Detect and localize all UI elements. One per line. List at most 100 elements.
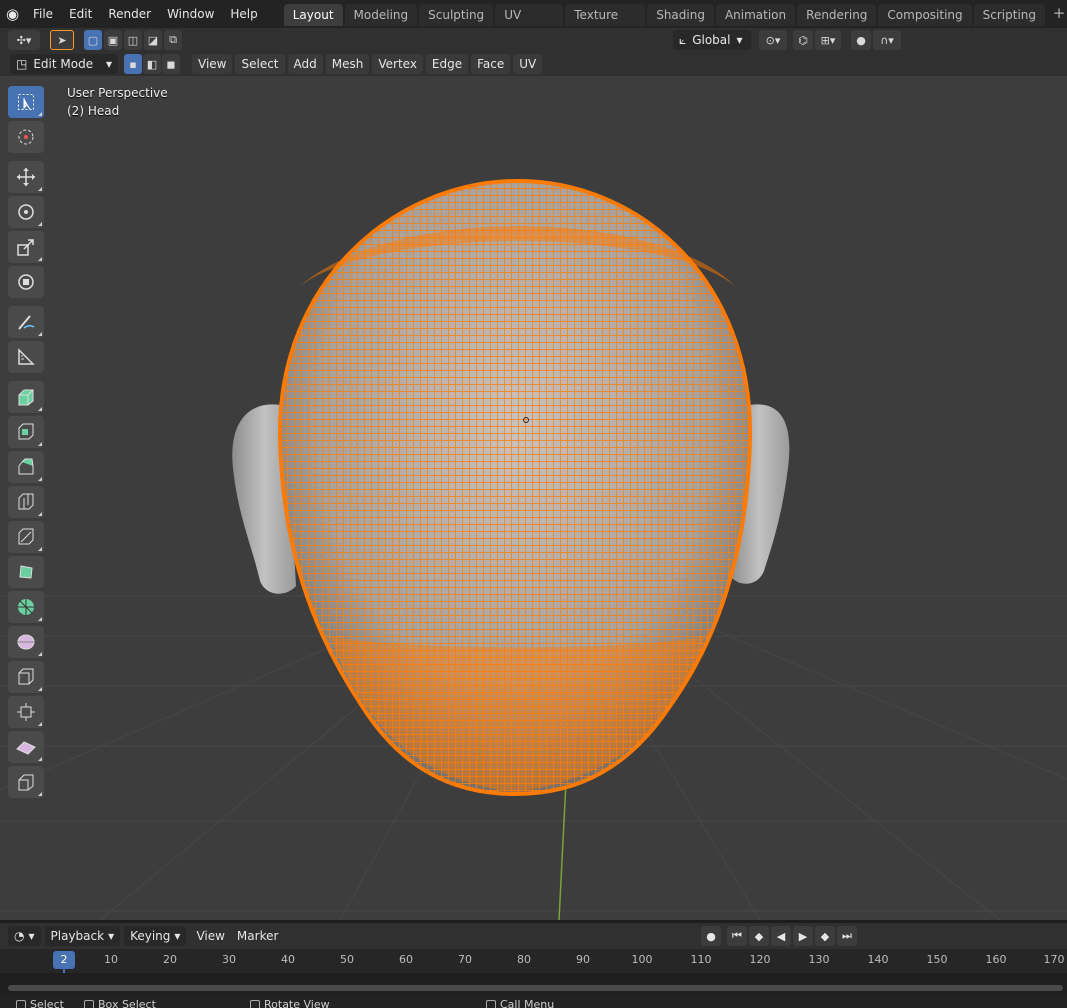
tab-compositing[interactable]: Compositing [878, 4, 972, 26]
frame-tick: 170 [1043, 953, 1065, 966]
mode-dropdown[interactable]: ◳ Edit Mode ▾ [10, 54, 118, 74]
frame-tick: 70 [458, 953, 472, 966]
move-tool-icon[interactable] [8, 161, 44, 193]
knife-icon[interactable] [8, 521, 44, 553]
rip-region-icon[interactable] [8, 766, 44, 798]
current-frame-indicator[interactable]: 2 [53, 951, 75, 969]
tab-layout[interactable]: Layout [283, 4, 343, 26]
frame-tick: 160 [985, 953, 1007, 966]
next-keyframe-icon[interactable]: ◆ [815, 926, 835, 946]
shrink-fatten-icon[interactable] [8, 696, 44, 728]
frame-tick: 110 [690, 953, 712, 966]
annotate-tool-icon[interactable] [8, 306, 44, 338]
menu-help[interactable]: Help [222, 3, 265, 25]
frame-ruler[interactable]: 2 10 20 30 40 50 60 70 80 90 100 110 120… [0, 949, 1067, 991]
chevron-down-icon: ▾ [105, 57, 112, 71]
3d-viewport[interactable]: User Perspective (2) Head [0, 76, 1067, 920]
menu-edit[interactable]: Edit [61, 3, 100, 25]
play-icon[interactable]: ▶ [793, 926, 813, 946]
edge-slide-icon[interactable] [8, 661, 44, 693]
select-box-tool-icon[interactable] [8, 86, 44, 118]
keying-dropdown[interactable]: Keying ▾ [124, 926, 187, 946]
viewport-menu-add[interactable]: Add [287, 54, 323, 74]
falloff-icon[interactable]: ∩▾ [873, 30, 901, 50]
edge-select-icon[interactable]: ◧ [143, 54, 161, 74]
viewport-menu-vertex[interactable]: Vertex [372, 54, 423, 74]
smooth-vertices-icon[interactable] [8, 626, 44, 658]
frame-tick: 100 [631, 953, 653, 966]
frame-tick: 20 [163, 953, 177, 966]
spin-icon[interactable] [8, 591, 44, 623]
tab-rendering[interactable]: Rendering [797, 4, 877, 26]
tool-shelf [6, 86, 48, 801]
frame-tick: 60 [399, 953, 413, 966]
frame-tick: 50 [340, 953, 354, 966]
select-mode-new-icon[interactable]: ▢ [84, 30, 102, 50]
select-mode-extend-icon[interactable]: ▣ [104, 30, 122, 50]
workspace-tabs: Layout Modeling Sculpting UV Editing Tex… [283, 2, 1067, 44]
viewport-menu-uv[interactable]: UV [513, 54, 543, 74]
playback-dropdown[interactable]: Playback ▾ [44, 926, 121, 946]
jump-start-icon[interactable]: ⏮ [727, 926, 747, 946]
rotate-tool-icon[interactable] [8, 196, 44, 228]
viewport-menu-face[interactable]: Face [471, 54, 511, 74]
orientation-dropdown[interactable]: ⟀ Global ▾ [673, 30, 751, 50]
extrude-region-icon[interactable] [8, 381, 44, 413]
snap-icon[interactable]: ⌬ [793, 30, 813, 50]
select-mode-intersect-icon[interactable]: ⧉ [164, 30, 182, 50]
frame-tick: 120 [749, 953, 771, 966]
menu-window[interactable]: Window [159, 3, 222, 25]
viewport-menu-view[interactable]: View [192, 54, 233, 74]
measure-tool-icon[interactable] [8, 341, 44, 373]
mouse-middle-icon [84, 999, 94, 1008]
main-menu: File Edit Render Window Help [25, 0, 266, 28]
menu-render[interactable]: Render [100, 3, 159, 25]
select-mode-invert-icon[interactable]: ◪ [144, 30, 162, 50]
timeline-menu-view[interactable]: View [190, 929, 230, 943]
loop-cut-icon[interactable] [8, 486, 44, 518]
cursor-tool-icon[interactable] [8, 121, 44, 153]
tab-texture-paint[interactable]: Texture Paint [565, 4, 646, 44]
add-workspace-button[interactable]: + [1051, 4, 1067, 24]
editor-type-dropdown[interactable]: ◔ ▾ [8, 926, 41, 946]
snap-target-icon[interactable]: ⊞▾ [815, 30, 841, 50]
select-mode-subtract-icon[interactable]: ◫ [124, 30, 142, 50]
timeline-menu-marker[interactable]: Marker [231, 929, 284, 943]
frame-tick: 130 [808, 953, 830, 966]
tab-scripting[interactable]: Scripting [973, 4, 1046, 26]
viewport-scene [0, 178, 1067, 920]
frame-tick: 150 [926, 953, 948, 966]
tab-sculpting[interactable]: Sculpting [419, 4, 494, 26]
viewport-menu-mesh[interactable]: Mesh [325, 54, 370, 74]
select-tool-icon[interactable]: ➤ [50, 30, 74, 50]
timeline-scrollbar[interactable] [8, 985, 1063, 991]
record-icon[interactable]: ● [701, 926, 721, 946]
tab-animation[interactable]: Animation [715, 4, 796, 26]
tab-shading[interactable]: Shading [647, 4, 714, 26]
prev-keyframe-icon[interactable]: ◆ [749, 926, 769, 946]
tab-modeling[interactable]: Modeling [344, 4, 418, 26]
shear-icon[interactable] [8, 731, 44, 763]
transform-pivot-icon[interactable]: ✣▾ [8, 30, 40, 50]
pivot-point-icon[interactable]: ⊙▾ [759, 30, 787, 50]
poly-build-icon[interactable] [8, 556, 44, 588]
orientation-icon: ⟀ [679, 32, 687, 47]
chevron-down-icon: ▾ [108, 929, 115, 943]
frame-tick: 30 [222, 953, 236, 966]
viewport-menu-select[interactable]: Select [235, 54, 285, 74]
timeline-area[interactable] [0, 973, 1067, 995]
transform-tool-icon[interactable] [8, 266, 44, 298]
blender-logo-icon[interactable]: ◉ [0, 0, 25, 28]
face-select-icon[interactable]: ◼ [162, 54, 180, 74]
frame-tick: 90 [576, 953, 590, 966]
inset-faces-icon[interactable] [8, 416, 44, 448]
vertex-select-icon[interactable]: ▪ [124, 54, 142, 74]
viewport-menu-edge[interactable]: Edge [425, 54, 469, 74]
play-reverse-icon[interactable]: ◀ [771, 926, 791, 946]
scale-tool-icon[interactable] [8, 231, 44, 263]
tab-uv-editing[interactable]: UV Editing [495, 4, 564, 44]
menu-file[interactable]: File [25, 3, 61, 25]
jump-end-icon[interactable]: ⏭ [837, 926, 857, 946]
proportional-edit-icon[interactable]: ● [851, 30, 871, 50]
bevel-icon[interactable] [8, 451, 44, 483]
